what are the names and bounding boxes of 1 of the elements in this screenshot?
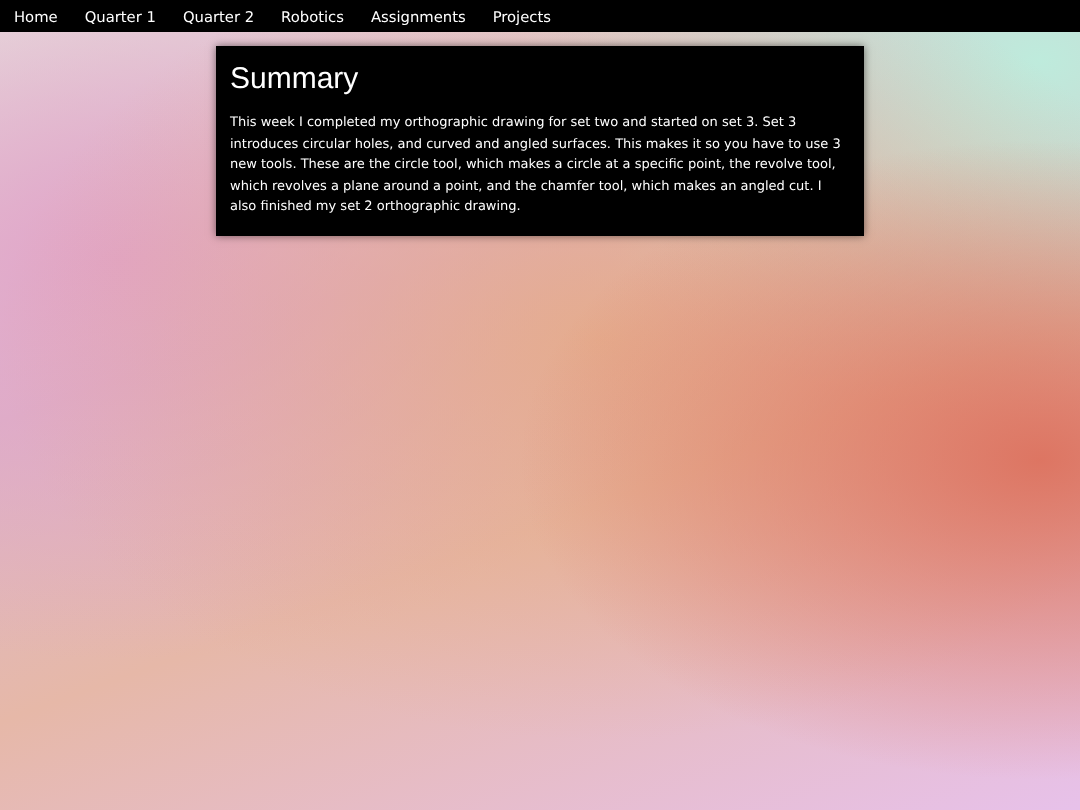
card-title: Summary xyxy=(230,62,361,96)
